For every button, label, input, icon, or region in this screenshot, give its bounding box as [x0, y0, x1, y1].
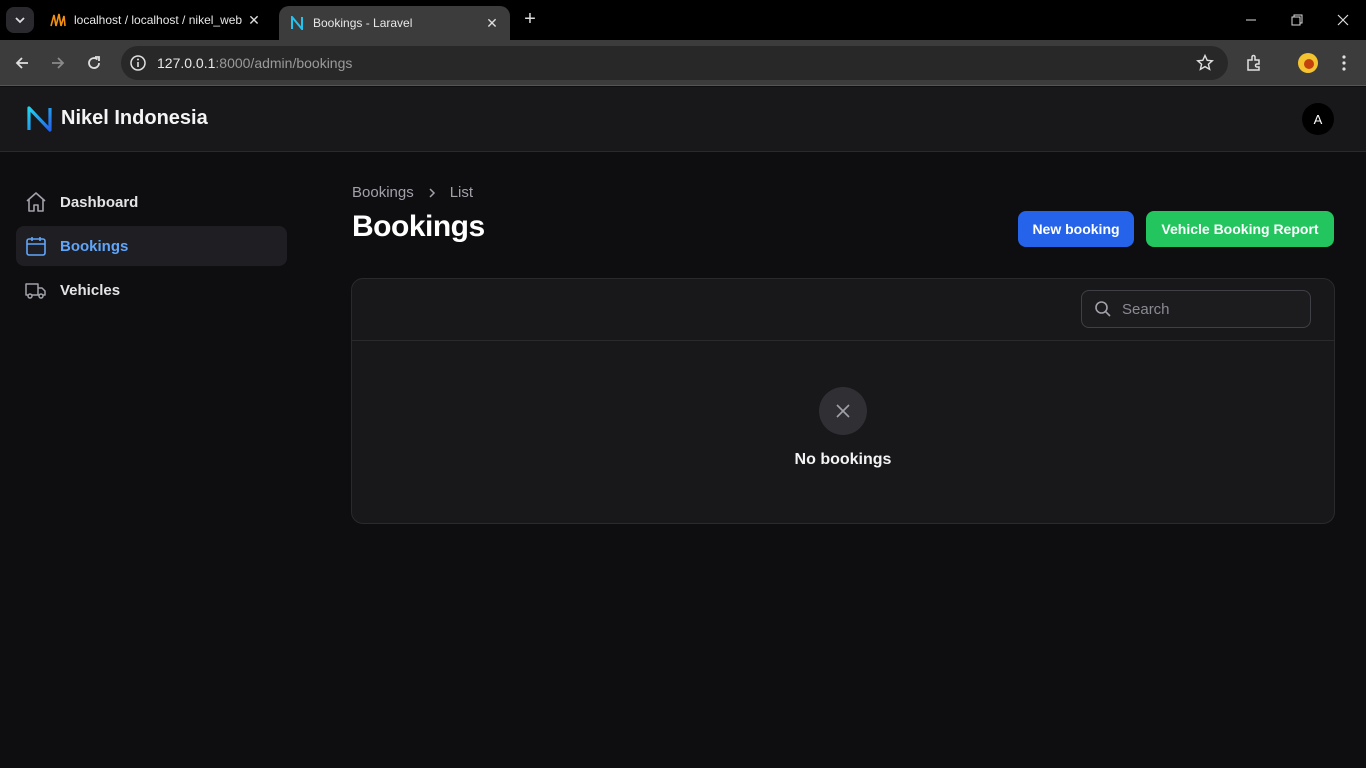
extensions-icon[interactable]: [1242, 51, 1266, 75]
search-input[interactable]: [1122, 300, 1292, 318]
new-tab-button[interactable]: +: [520, 9, 540, 30]
sidebar-item-label: Vehicles: [60, 281, 121, 299]
table-header-bar: [352, 279, 1334, 341]
site-info-icon[interactable]: [129, 54, 147, 72]
brand-logo[interactable]: Nikel Indonesia: [26, 105, 208, 132]
calendar-icon: [24, 234, 48, 258]
close-icon: [819, 387, 867, 435]
tab-title: localhost / localhost / nikel_web: [74, 13, 243, 27]
sidebar-item-dashboard[interactable]: Dashboard: [16, 182, 287, 222]
restore-icon[interactable]: [1274, 0, 1320, 40]
browser-address-bar: 127.0.0.1:8000/admin/bookings: [0, 40, 1366, 86]
forward-arrow-icon[interactable]: [46, 51, 70, 75]
breadcrumb-list: List: [449, 184, 474, 201]
reload-icon[interactable]: [82, 51, 106, 75]
url-field[interactable]: 127.0.0.1:8000/admin/bookings: [121, 46, 1228, 80]
sidebar-item-bookings[interactable]: Bookings: [16, 226, 287, 266]
breadcrumb: Bookings List: [352, 184, 473, 201]
bookmark-star-icon[interactable]: [1196, 54, 1214, 72]
url-path: :8000/admin/bookings: [215, 55, 353, 71]
browser-tab-bookings[interactable]: Bookings - Laravel ✕: [279, 6, 510, 40]
menu-kebab-icon[interactable]: [1332, 51, 1356, 75]
brand-name: Nikel Indonesia: [61, 107, 208, 129]
tab-search-button[interactable]: [6, 7, 34, 33]
chevron-right-icon: [429, 187, 435, 198]
browser-tab-phpmyadmin[interactable]: localhost / localhost / nikel_web ✕: [40, 0, 272, 40]
app-topbar: Nikel Indonesia A: [0, 87, 1366, 152]
sidebar-item-label: Dashboard: [60, 193, 139, 211]
user-avatar[interactable]: A: [1302, 103, 1334, 135]
close-icon[interactable]: ✕: [244, 12, 264, 29]
empty-state: No bookings: [352, 387, 1334, 469]
page-title: Bookings: [352, 210, 485, 243]
bookings-table: No bookings: [351, 278, 1335, 524]
tab-title: Bookings - Laravel: [313, 16, 413, 30]
sidebar-item-vehicles[interactable]: Vehicles: [16, 270, 287, 310]
url-host: 127.0.0.1: [157, 55, 216, 71]
home-icon: [24, 190, 48, 214]
nikel-logo-icon: [27, 106, 52, 132]
url-text: 127.0.0.1:8000/admin/bookings: [157, 55, 352, 71]
search-box[interactable]: [1081, 290, 1311, 328]
sidebar-item-label: Bookings: [60, 237, 129, 255]
phpmyadmin-icon: [50, 12, 66, 28]
profile-avatar-icon[interactable]: [1296, 51, 1320, 75]
search-icon: [1095, 301, 1111, 317]
truck-icon: [24, 278, 48, 302]
nikel-logo-icon: [289, 15, 305, 31]
new-booking-button[interactable]: New booking: [1018, 211, 1134, 247]
empty-state-text: No bookings: [794, 451, 892, 468]
chevron-down-icon: [15, 17, 25, 24]
breadcrumb-bookings[interactable]: Bookings: [352, 184, 414, 201]
vehicle-booking-report-button[interactable]: Vehicle Booking Report: [1146, 211, 1334, 247]
close-icon[interactable]: ✕: [482, 15, 502, 32]
sidebar: Dashboard Bookings Vehicles: [16, 182, 287, 314]
back-arrow-icon[interactable]: [10, 51, 34, 75]
browser-tab-bar: localhost / localhost / nikel_web ✕ Book…: [0, 0, 1366, 40]
close-window-icon[interactable]: [1320, 0, 1366, 40]
minimize-icon[interactable]: [1228, 0, 1274, 40]
